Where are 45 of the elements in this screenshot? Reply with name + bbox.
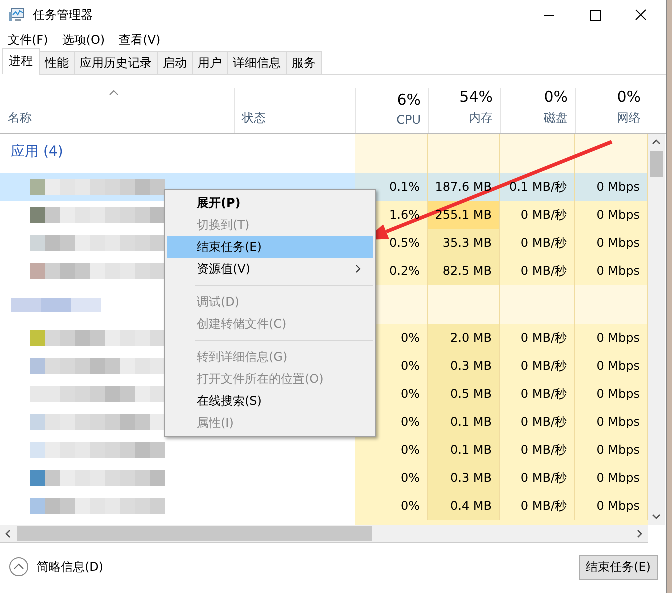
- menu-item[interactable]: 选项(O): [62, 32, 106, 48]
- memory-cell: 0.3 MB: [428, 464, 500, 492]
- fewer-details-link[interactable]: 简略信息(D): [37, 558, 104, 576]
- tab[interactable]: 用户: [192, 51, 228, 75]
- tab[interactable]: 启动: [157, 51, 193, 75]
- window-title: 任务管理器: [33, 6, 93, 24]
- task-manager-icon: [9, 8, 25, 22]
- tab[interactable]: 进程: [2, 48, 40, 75]
- tab[interactable]: 应用历史记录: [74, 51, 158, 75]
- column-header[interactable]: 名称: [8, 110, 32, 127]
- group-header[interactable]: 应用 (4): [11, 142, 64, 160]
- memory-cell: 35.3 MB: [428, 229, 500, 257]
- collapse-icon[interactable]: [9, 557, 29, 577]
- scroll-thumb[interactable]: [650, 151, 663, 177]
- menu-item[interactable]: 文件(F): [8, 32, 48, 48]
- column-header[interactable]: CPU: [396, 113, 421, 127]
- context-menu-item[interactable]: 结束任务(E): [167, 236, 373, 258]
- memory-cell: 187.6 MB: [428, 173, 500, 201]
- memory-cell: 82.5 MB: [428, 257, 500, 285]
- memory-cell: 0.3 MB: [428, 352, 500, 380]
- usage-percent: 6%: [397, 91, 421, 109]
- menu-item[interactable]: 查看(V): [119, 32, 161, 48]
- memory-cell: 0.4 MB: [428, 492, 500, 520]
- scroll-thumb[interactable]: [17, 526, 372, 541]
- memory-cell: 2.0 MB: [428, 324, 500, 352]
- horizontal-scrollbar[interactable]: [0, 525, 648, 543]
- tab[interactable]: 详细信息: [227, 51, 287, 75]
- usage-percent: 0%: [544, 88, 568, 106]
- column-header[interactable]: 状态: [242, 110, 266, 127]
- usage-percent: 54%: [460, 88, 493, 106]
- tab[interactable]: 性能: [39, 51, 75, 75]
- vertical-scrollbar[interactable]: [648, 134, 665, 525]
- column-header[interactable]: 内存: [469, 110, 493, 127]
- sort-caret-icon[interactable]: [109, 90, 119, 96]
- disk-cell: 0.1 MB/秒: [500, 173, 575, 201]
- network-cell: 0 Mbps: [575, 173, 648, 201]
- memory-cell: 0.1 MB: [428, 436, 500, 464]
- end-task-button[interactable]: 结束任务(E): [579, 554, 658, 580]
- memory-cell: 0.1 MB: [428, 408, 500, 436]
- tab[interactable]: 服务: [286, 51, 322, 75]
- memory-cell: 0.5 MB: [428, 380, 500, 408]
- memory-cell: 255.1 MB: [428, 201, 500, 229]
- column-header[interactable]: 网络: [617, 110, 641, 127]
- usage-percent: 0%: [617, 88, 641, 106]
- column-header[interactable]: 磁盘: [544, 110, 568, 127]
